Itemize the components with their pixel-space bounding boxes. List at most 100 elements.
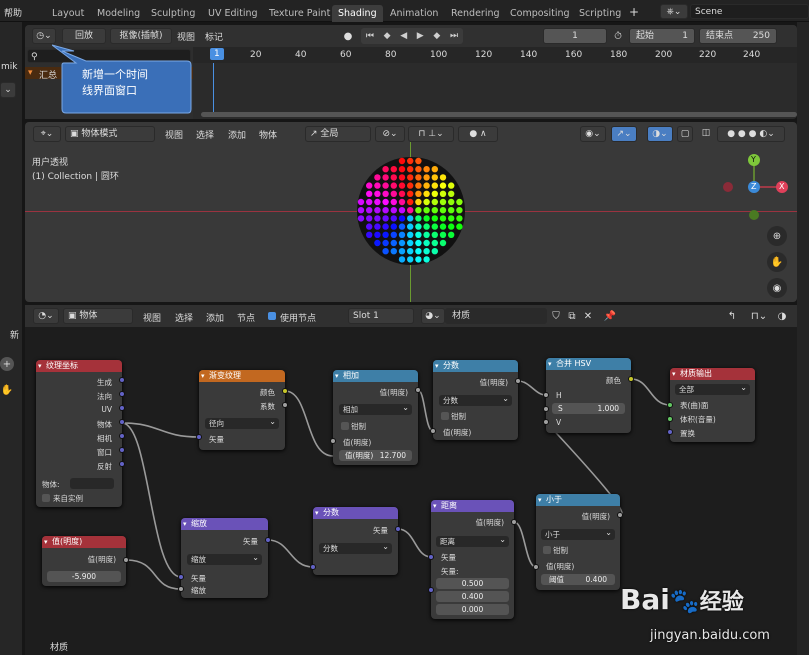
node-socket[interactable]	[667, 429, 673, 435]
node-math-add[interactable]: 相加 值(明度) 相加 钳制 值(明度) 值(明度) 12.700	[333, 370, 418, 465]
clamp-checkbox[interactable]	[543, 546, 551, 554]
math-operation-select[interactable]: 相加	[339, 402, 412, 415]
node-socket[interactable]	[428, 554, 434, 560]
math-operation-select[interactable]: 分数	[439, 393, 512, 406]
node-socket[interactable]	[543, 419, 549, 425]
node-combine-hsv[interactable]: 合并 HSV 颜色 H S 1.000 V	[546, 358, 631, 433]
output-value: 值(明度)	[87, 555, 116, 564]
node-socket[interactable]	[310, 564, 316, 570]
node-vector-scale[interactable]: 缩放 矢量 缩放 矢量 缩放	[181, 518, 268, 598]
node-socket[interactable]	[617, 512, 623, 518]
value-field[interactable]: -5.900	[47, 571, 121, 582]
node-title: 渐变纹理	[199, 370, 285, 382]
gradient-type-select[interactable]: 径向	[205, 416, 279, 429]
node-socket[interactable]	[178, 574, 184, 580]
input-scale: 缩放	[191, 586, 206, 595]
vector-y-field[interactable]: 0.400	[436, 591, 509, 602]
vector-operation-select[interactable]: 分数	[319, 541, 392, 554]
watermark-brand2: 经验	[699, 590, 744, 615]
node-socket[interactable]	[178, 586, 184, 592]
node-socket[interactable]	[282, 388, 288, 394]
node-socket[interactable]	[515, 378, 521, 384]
node-socket[interactable]	[119, 377, 125, 383]
node-socket[interactable]	[395, 526, 401, 532]
node-value[interactable]: 值(明度) 值(明度) -5.900	[42, 536, 126, 586]
input-value-2-field[interactable]: 值(明度) 12.700	[339, 450, 412, 461]
clamp-checkbox[interactable]	[441, 412, 449, 420]
node-texture-coordinate[interactable]: 纹理坐标 生成 法向 UV 物体 相机 窗口 反射 物体: 来自实例	[36, 360, 122, 507]
clamp-label: 钳制	[351, 422, 366, 431]
node-socket[interactable]	[543, 392, 549, 398]
node-socket[interactable]	[628, 376, 634, 382]
node-socket[interactable]	[430, 428, 436, 434]
output-value: 值(明度)	[581, 512, 610, 521]
output-target-select[interactable]: 全部	[675, 382, 750, 395]
threshold-field[interactable]: 阈值 0.400	[541, 574, 615, 585]
node-socket[interactable]	[415, 387, 421, 393]
node-title: 距离	[431, 500, 514, 512]
watermark-brand: Bai🐾经验	[620, 583, 744, 616]
input-value: 值(明度)	[443, 428, 472, 437]
clamp-label: 钳制	[553, 546, 568, 555]
from-instancer-checkbox[interactable]	[42, 494, 50, 502]
paw-icon: 🐾	[669, 587, 700, 615]
node-editor-footer: 材质	[50, 643, 69, 653]
node-title: 值(明度)	[42, 536, 126, 548]
output-object: 物体	[97, 420, 112, 429]
node-socket[interactable]	[265, 537, 271, 543]
input-s-field[interactable]: S 1.000	[552, 403, 625, 414]
node-socket[interactable]	[511, 519, 517, 525]
node-socket[interactable]	[428, 587, 434, 593]
vector-x-field[interactable]: 0.500	[436, 578, 509, 589]
watermark-url: jingyan.baidu.com	[650, 628, 770, 643]
input-s-value: 1.000	[597, 404, 619, 413]
node-math-less-than[interactable]: 小于 值(明度) 小于 钳制 值(明度) 阈值 0.400	[536, 494, 620, 590]
node-socket[interactable]	[667, 402, 673, 408]
node-socket[interactable]	[543, 406, 549, 412]
input-displacement: 置换	[680, 429, 695, 438]
node-math-divide[interactable]: 分数 值(明度) 分数 钳制 值(明度)	[433, 360, 518, 440]
node-socket[interactable]	[119, 461, 125, 467]
threshold-value: 0.400	[585, 575, 607, 584]
output-color: 颜色	[260, 388, 275, 397]
node-socket[interactable]	[119, 419, 125, 425]
output-color: 颜色	[606, 376, 621, 385]
output-vector: 矢量	[373, 526, 388, 535]
output-value: 值(明度)	[379, 388, 408, 397]
node-material-output[interactable]: 材质输出 全部 表(曲)面 体积(音量) 置换	[670, 368, 755, 442]
output-generated: 生成	[97, 378, 112, 387]
from-instancer-label: 来自实例	[53, 494, 83, 503]
node-socket[interactable]	[119, 391, 125, 397]
node-socket[interactable]	[119, 405, 125, 411]
node-title: 分数	[433, 360, 518, 372]
node-socket[interactable]	[123, 557, 129, 563]
node-socket[interactable]	[196, 434, 202, 440]
node-socket[interactable]	[330, 438, 336, 444]
output-window: 窗口	[97, 448, 112, 457]
input-surface: 表(曲)面	[680, 401, 709, 410]
node-socket[interactable]	[667, 416, 673, 422]
clamp-checkbox[interactable]	[341, 422, 349, 430]
vector-operation-select[interactable]: 缩放	[187, 552, 262, 565]
input-v: V	[556, 418, 562, 427]
vector-operation-select[interactable]: 距离	[436, 534, 509, 547]
node-vector-distance[interactable]: 距离 值(明度) 距离 矢量 矢量: 0.500 0.400 0.000	[431, 500, 514, 619]
node-title: 分数	[313, 507, 398, 519]
vector-z-field[interactable]: 0.000	[436, 604, 509, 615]
output-value: 值(明度)	[479, 378, 508, 387]
output-vector: 矢量	[243, 537, 258, 546]
output-camera: 相机	[97, 434, 112, 443]
input-vector-2: 矢量:	[441, 567, 459, 576]
node-socket[interactable]	[119, 447, 125, 453]
object-picker-field[interactable]	[70, 478, 114, 489]
node-socket[interactable]	[119, 433, 125, 439]
node-socket[interactable]	[533, 564, 539, 570]
node-title: 合并 HSV	[546, 358, 631, 370]
input-vector: 矢量	[191, 574, 206, 583]
node-gradient-texture[interactable]: 渐变纹理 颜色 系数 径向 矢量	[199, 370, 285, 450]
math-operation-select[interactable]: 小于	[541, 527, 615, 540]
node-socket[interactable]	[282, 402, 288, 408]
node-vector-divide[interactable]: 分数 矢量 分数	[313, 507, 398, 575]
input-vector: 矢量	[209, 435, 224, 444]
input-value-2-label: 值(明度)	[345, 451, 374, 460]
